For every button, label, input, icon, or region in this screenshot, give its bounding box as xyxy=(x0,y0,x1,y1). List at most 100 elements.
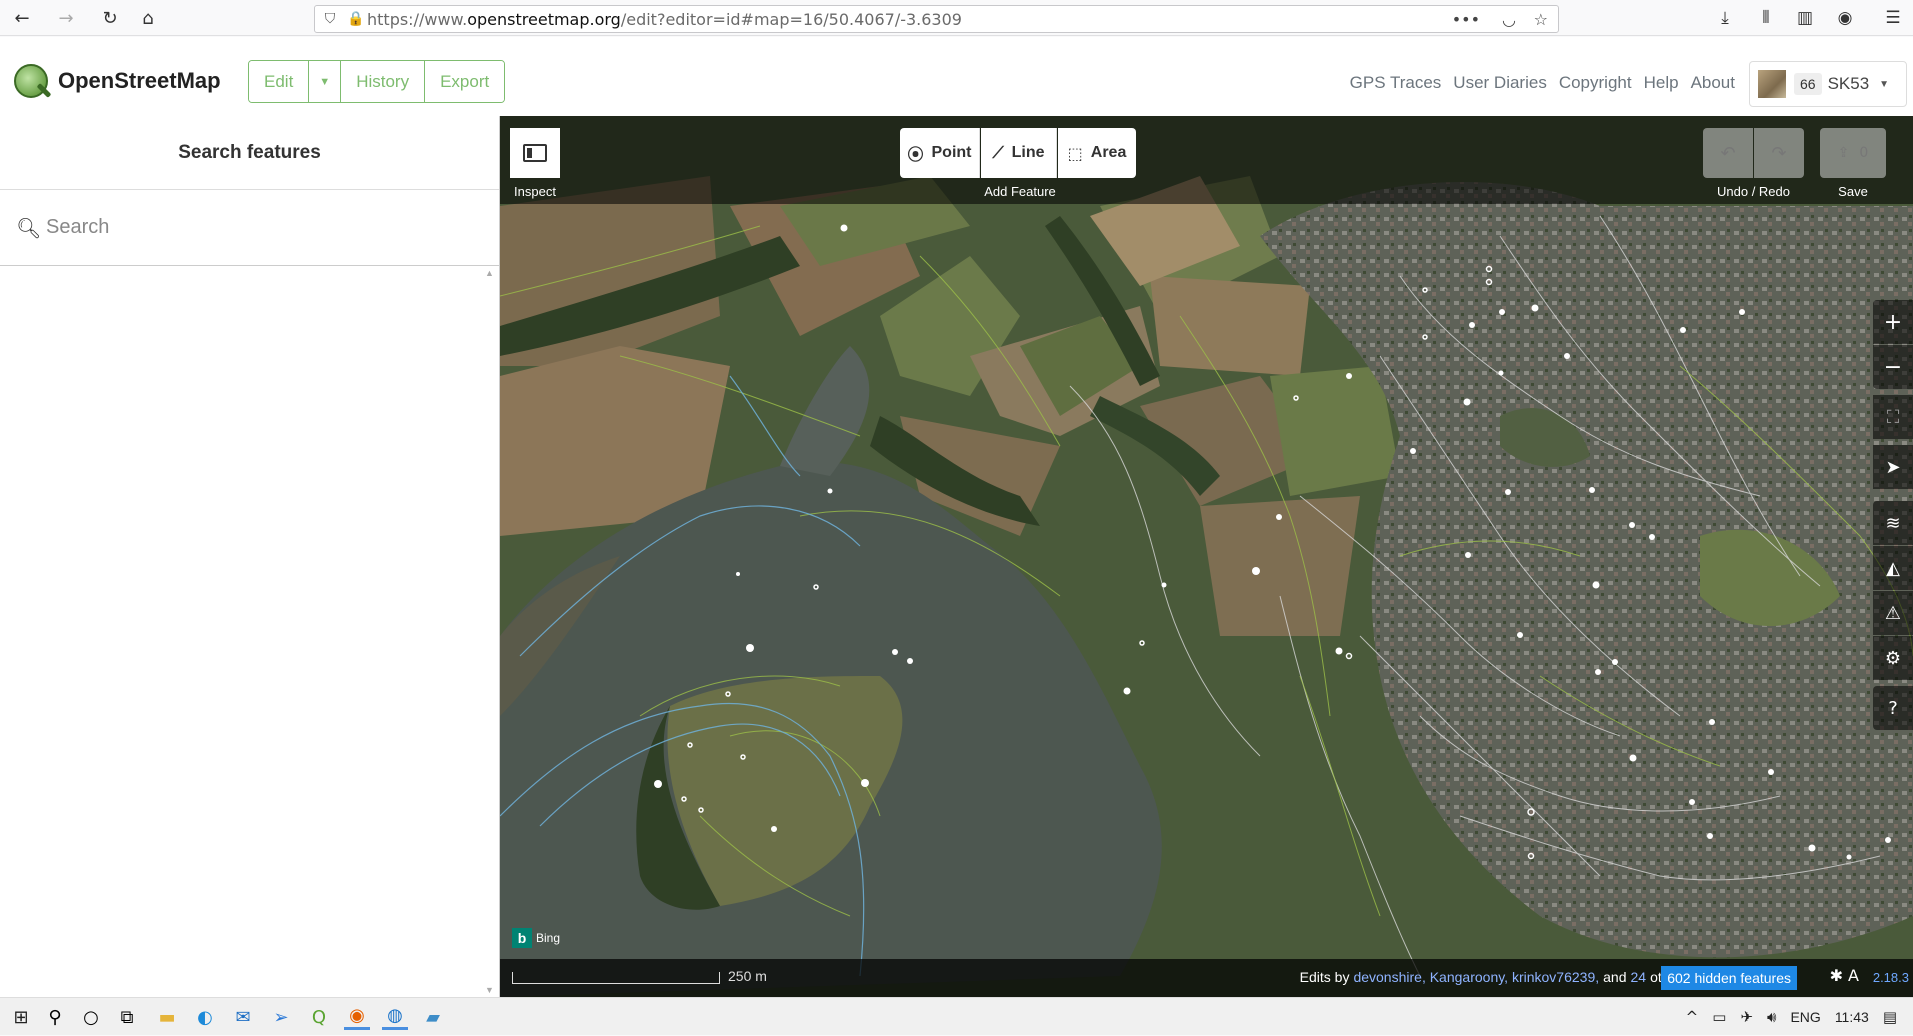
version-label[interactable]: 2.18.3 xyxy=(1873,970,1909,985)
map-layers-icon[interactable]: ≋ xyxy=(1873,501,1913,545)
shield-icon[interactable]: ⛉ xyxy=(315,11,345,27)
mail-icon[interactable]: ✉ xyxy=(230,1004,256,1030)
firefox-icon[interactable]: ◉ xyxy=(344,1004,370,1030)
account-icon[interactable]: ◉ xyxy=(1831,4,1859,32)
preferences-icon[interactable]: ⚙ xyxy=(1873,636,1913,680)
url-host: openstreetmap.org xyxy=(467,9,621,29)
airplane-icon[interactable]: ✈ xyxy=(1740,1008,1753,1026)
cortana-icon[interactable]: ○ xyxy=(78,1004,104,1030)
edit-button-group: Edit ▼ History Export xyxy=(248,60,506,103)
task-view-icon[interactable]: ⧉ xyxy=(114,1004,140,1030)
add-area-button[interactable]: ⬚ Area xyxy=(1058,128,1136,178)
user-menu[interactable]: 66 SK53 ▼ xyxy=(1749,61,1907,107)
scroll-up-icon[interactable]: ▲ xyxy=(485,268,494,278)
download-icon[interactable]: ⤓ xyxy=(1711,4,1739,32)
map-pin-icon: ⦿ xyxy=(907,145,924,164)
sidebar-scrollbar[interactable]: ▲ ▼ xyxy=(483,266,497,997)
inspect-label: Inspect xyxy=(514,184,556,199)
add-line-button[interactable]: ⟋ Line xyxy=(981,128,1057,178)
attribution-users[interactable]: devonshire, Kangaroony, krinkov76239, xyxy=(1353,969,1599,985)
edit-dropdown-icon[interactable]: ▼ xyxy=(309,61,342,102)
redo-icon[interactable]: ↷ xyxy=(1754,128,1804,178)
osm-logo-icon xyxy=(14,64,48,98)
search-icon[interactable]: ⚲ xyxy=(42,1004,68,1030)
export-button[interactable]: Export xyxy=(425,61,505,102)
hidden-features-badge[interactable]: 602 hidden features xyxy=(1661,966,1797,990)
site-header: OpenStreetMap Edit ▼ History Export GPS … xyxy=(0,37,1913,116)
zoom-to-selection-icon[interactable]: ⛶ xyxy=(1873,395,1913,439)
volume-icon[interactable]: 🔊︎ xyxy=(1767,1008,1776,1026)
url-path: /edit?editor=id#map=16/50.4067/-3.6309 xyxy=(620,9,962,29)
editor-app-icon[interactable]: ▰ xyxy=(420,1004,446,1030)
undo-redo-label: Undo / Redo xyxy=(1717,184,1790,199)
file-explorer-icon[interactable]: ▬ xyxy=(154,1004,180,1030)
qgis-icon[interactable]: Q xyxy=(306,1004,332,1030)
library-icon[interactable]: ⫴ xyxy=(1752,4,1780,32)
search-input[interactable] xyxy=(46,216,446,239)
scale-label: 250 m xyxy=(728,968,767,984)
chevron-up-icon[interactable]: ^ xyxy=(1686,1008,1699,1026)
attribution-prefix: Edits by xyxy=(1299,969,1350,985)
more-dots-icon[interactable]: ••• xyxy=(1452,6,1480,32)
geolocate-icon[interactable]: ➤ xyxy=(1873,445,1913,489)
area-icon: ⬚ xyxy=(1067,143,1083,163)
imagery-provider-logo[interactable]: b Bing xyxy=(512,928,560,948)
help-icon[interactable]: ? xyxy=(1873,686,1913,730)
battery-icon[interactable]: ▭ xyxy=(1712,1008,1726,1026)
windows-start-icon[interactable]: ⊞ xyxy=(8,1004,34,1030)
nav-about[interactable]: About xyxy=(1691,73,1735,93)
language-indicator[interactable]: ENG xyxy=(1790,1009,1820,1025)
system-tray: ^ ▭ ✈ 🔊︎ ENG 11:43 ▤ xyxy=(1686,998,1913,1036)
zoom-in-icon[interactable]: + xyxy=(1873,300,1913,344)
scroll-down-icon[interactable]: ▼ xyxy=(485,985,494,995)
nav-user-diaries[interactable]: User Diaries xyxy=(1453,73,1547,93)
app-icon[interactable]: ◍ xyxy=(382,1004,408,1030)
notification-icon[interactable]: ▤ xyxy=(1883,1008,1897,1026)
url-prefix: https://www. xyxy=(367,9,468,29)
save-button[interactable]: ⇪ 0 xyxy=(1820,128,1886,178)
issues-warning-icon[interactable]: ⚠ xyxy=(1873,591,1913,635)
upload-icon: ⇪ xyxy=(1837,145,1850,161)
undo-icon[interactable]: ↶ xyxy=(1703,128,1753,178)
browser-toolbar: ← → ↻ ⌂ ⛉ 🔒 https://www. openstreetmap.or… xyxy=(0,0,1913,36)
map-data-icon[interactable]: ◭ xyxy=(1873,546,1913,590)
nav-help[interactable]: Help xyxy=(1644,73,1679,93)
search-row: 🔍︎ xyxy=(0,190,499,266)
avatar xyxy=(1758,70,1786,98)
scale-line xyxy=(512,972,720,984)
map-canvas[interactable]: Inspect ⦿ Point ⟋ Line ⬚ Area Add Feature ↶… xyxy=(500,116,1913,997)
edit-attribution: Edits by devonshire, Kangaroony, krinkov… xyxy=(1300,969,1689,985)
bug-icon[interactable]: ✱ A xyxy=(1830,966,1859,985)
nav-gps-traces[interactable]: GPS Traces xyxy=(1350,73,1442,93)
sidebar-toggle-icon[interactable]: ▥ xyxy=(1791,4,1819,32)
header-nav: GPS Traces User Diaries Copyright Help A… xyxy=(1350,73,1735,93)
point-label: Point xyxy=(931,144,972,161)
add-feature-label: Add Feature xyxy=(984,184,1056,199)
nav-copyright[interactable]: Copyright xyxy=(1559,73,1632,93)
reload-icon[interactable]: ↻ xyxy=(96,4,124,32)
pocket-icon[interactable]: ◡ xyxy=(1502,6,1516,32)
user-name: SK53 xyxy=(1827,74,1870,93)
scale-bar[interactable]: 250 m xyxy=(512,968,767,984)
lock-icon[interactable]: 🔒 xyxy=(345,11,367,27)
forward-icon[interactable]: → xyxy=(52,4,80,32)
chevron-down-icon: ▼ xyxy=(1879,78,1890,90)
edit-button[interactable]: Edit xyxy=(249,61,310,102)
edge-icon[interactable]: ◐ xyxy=(192,1004,218,1030)
address-bar[interactable]: ⛉ 🔒 https://www. openstreetmap.org/edit?e… xyxy=(314,5,1559,33)
zoom-out-icon[interactable]: − xyxy=(1873,345,1913,389)
menu-icon[interactable]: ☰ xyxy=(1879,4,1907,32)
logo[interactable]: OpenStreetMap xyxy=(14,64,221,98)
clock[interactable]: 11:43 xyxy=(1835,1009,1869,1025)
back-icon[interactable]: ← xyxy=(8,4,36,32)
inspect-button[interactable] xyxy=(510,128,560,178)
history-button[interactable]: History xyxy=(341,61,426,102)
home-icon[interactable]: ⌂ xyxy=(134,4,162,32)
telegram-icon[interactable]: ➢ xyxy=(268,1004,294,1030)
save-count: 0 xyxy=(1859,145,1869,161)
bookmark-star-icon[interactable]: ☆ xyxy=(1534,6,1548,32)
attribution-others-count[interactable]: 24 xyxy=(1631,969,1647,985)
bing-icon: b xyxy=(512,928,532,948)
bing-label: Bing xyxy=(536,931,561,945)
add-point-button[interactable]: ⦿ Point xyxy=(900,128,980,178)
